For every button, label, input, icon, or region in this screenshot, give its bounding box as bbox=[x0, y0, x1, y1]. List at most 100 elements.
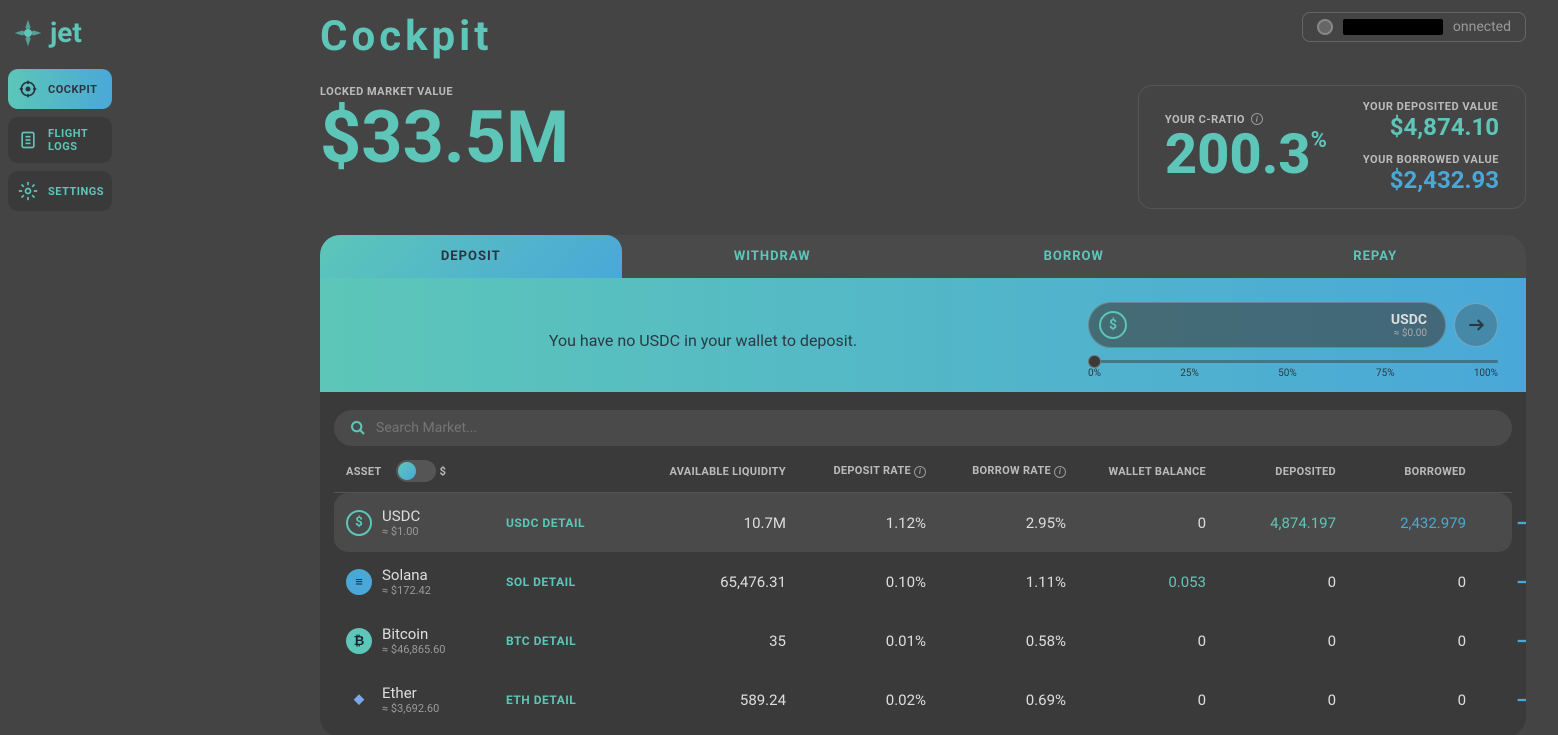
submit-button[interactable] bbox=[1454, 303, 1498, 347]
market-table: ASSET $ AVAILABLE LIQUIDITY DEPOSIT RATE… bbox=[320, 392, 1526, 735]
table-row[interactable]: ≡Solana≈ $172.42SOL DETAIL65,476.310.10%… bbox=[334, 552, 1512, 611]
wallet-status-text: onnected bbox=[1453, 19, 1511, 35]
liquidity-value: 10.7M bbox=[646, 514, 786, 532]
deposited-value: 4,874.197 bbox=[1206, 514, 1336, 532]
wallet-value: 0 bbox=[1066, 514, 1206, 532]
borrowed-value: 2,432.979 bbox=[1336, 514, 1466, 532]
arrow-right-icon bbox=[1514, 571, 1526, 593]
table-row[interactable]: $USDC≈ $1.00USDC DETAIL10.7M1.12%2.95%04… bbox=[334, 493, 1512, 552]
logo: jet bbox=[8, 10, 112, 55]
detail-link[interactable]: ETH DETAIL bbox=[506, 693, 646, 707]
action-card: DEPOSIT WITHDRAW BORROW REPAY You have n… bbox=[320, 235, 1526, 735]
asset-icon: ◆ bbox=[346, 687, 372, 713]
asset-cell: $ USDC≈ $1.00 bbox=[346, 507, 506, 538]
input-symbol: USDC bbox=[1391, 312, 1427, 328]
nav-flight-logs[interactable]: FLIGHT LOGS bbox=[8, 117, 112, 163]
row-action[interactable] bbox=[1466, 512, 1526, 534]
asset-name: Ether bbox=[382, 684, 439, 702]
tab-deposit[interactable]: DEPOSIT bbox=[320, 235, 622, 278]
deposit-controls: $ USDC ≈ $0.00 0% 25% bbox=[1088, 302, 1498, 378]
stat-value: 200.3% bbox=[1165, 126, 1327, 182]
asset-cell: ◆ Ether≈ $3,692.60 bbox=[346, 684, 506, 715]
asset-name: Solana bbox=[382, 566, 431, 584]
wallet-status-icon bbox=[1317, 19, 1333, 35]
row-action[interactable] bbox=[1466, 571, 1526, 593]
borrow-rate-value: 0.69% bbox=[926, 691, 1066, 709]
borrow-rate-value: 1.11% bbox=[926, 573, 1066, 591]
jet-logo-icon bbox=[12, 17, 44, 49]
asset-name: USDC bbox=[382, 507, 420, 525]
search-bar bbox=[334, 410, 1512, 446]
search-input[interactable] bbox=[376, 420, 1496, 436]
deposit-rate-value: 0.02% bbox=[786, 691, 926, 709]
search-icon bbox=[350, 420, 366, 436]
info-icon[interactable]: i bbox=[914, 466, 926, 478]
tab-withdraw[interactable]: WITHDRAW bbox=[622, 235, 924, 278]
col-deposit-rate: DEPOSIT RATE i bbox=[786, 464, 926, 478]
stat-label: YOUR DEPOSITED VALUE bbox=[1363, 100, 1499, 113]
table-row[interactable]: ₿Bitcoin≈ $46,865.60BTC DETAIL350.01%0.5… bbox=[334, 611, 1512, 670]
asset-icon: ≡ bbox=[346, 569, 372, 595]
deposit-rate-value: 0.10% bbox=[786, 573, 926, 591]
col-asset: ASSET $ bbox=[346, 460, 506, 482]
currency-toggle[interactable] bbox=[396, 460, 436, 482]
stat-value: $33.5M bbox=[320, 102, 569, 174]
col-deposited: DEPOSITED bbox=[1206, 465, 1336, 478]
nav-settings[interactable]: SETTINGS bbox=[8, 171, 112, 211]
borrowed-value: 0 bbox=[1336, 573, 1466, 591]
tab-borrow[interactable]: BORROW bbox=[923, 235, 1225, 278]
c-ratio: YOUR C-RATIOi 200.3% bbox=[1165, 113, 1327, 182]
deposit-message: You have no USDC in your wallet to depos… bbox=[348, 331, 1058, 350]
wallet-address-redacted bbox=[1343, 19, 1443, 35]
logo-text: jet bbox=[50, 16, 82, 49]
amount-input[interactable]: $ USDC ≈ $0.00 bbox=[1088, 302, 1446, 348]
borrowed-value: 0 bbox=[1336, 632, 1466, 650]
deposit-rate-value: 1.12% bbox=[786, 514, 926, 532]
tab-repay[interactable]: REPAY bbox=[1225, 235, 1527, 278]
usdc-icon: $ bbox=[1099, 311, 1127, 339]
action-tabs: DEPOSIT WITHDRAW BORROW REPAY bbox=[320, 235, 1526, 278]
wallet-value: 0 bbox=[1066, 632, 1206, 650]
deposited-value: 0 bbox=[1206, 691, 1336, 709]
arrow-right-icon bbox=[1514, 689, 1526, 711]
arrow-right-icon bbox=[1466, 315, 1486, 335]
detail-link[interactable]: BTC DETAIL bbox=[506, 634, 646, 648]
wallet-value: 0 bbox=[1066, 691, 1206, 709]
info-icon[interactable]: i bbox=[1054, 466, 1066, 478]
row-action[interactable] bbox=[1466, 630, 1526, 652]
deposit-rate-value: 0.01% bbox=[786, 632, 926, 650]
asset-icon: $ bbox=[346, 510, 372, 536]
sidebar: jet COCKPIT FLIGHT LOGS SETTINGS bbox=[0, 0, 120, 735]
asset-price: ≈ $46,865.60 bbox=[382, 643, 445, 656]
nav-label: COCKPIT bbox=[48, 83, 97, 96]
borrow-rate-value: 0.58% bbox=[926, 632, 1066, 650]
main-content: Cockpit onnected LOCKED MARKET VALUE $33… bbox=[120, 0, 1558, 735]
table-row[interactable]: ◆ Ether≈ $3,692.60 ETH DETAIL589.240.02%0.… bbox=[334, 670, 1512, 729]
nav-cockpit[interactable]: COCKPIT bbox=[8, 69, 112, 109]
detail-link[interactable]: SOL DETAIL bbox=[506, 575, 646, 589]
asset-cell: ₿Bitcoin≈ $46,865.60 bbox=[346, 625, 506, 656]
asset-price: ≈ $3,692.60 bbox=[382, 702, 439, 715]
wallet-status-chip[interactable]: onnected bbox=[1302, 12, 1526, 42]
clipboard-icon bbox=[18, 130, 38, 150]
deposit-panel: You have no USDC in your wallet to depos… bbox=[320, 278, 1526, 392]
liquidity-value: 35 bbox=[646, 632, 786, 650]
asset-price: ≈ $1.00 bbox=[382, 525, 420, 538]
detail-link[interactable]: USDC DETAIL bbox=[506, 516, 646, 530]
slider-thumb[interactable] bbox=[1088, 355, 1101, 368]
percent-slider[interactable]: 0% 25% 50% 75% 100% bbox=[1088, 354, 1498, 378]
row-action[interactable] bbox=[1466, 689, 1526, 711]
borrowed-value: YOUR BORROWED VALUE $2,432.93 bbox=[1363, 153, 1499, 194]
arrow-right-icon bbox=[1514, 512, 1526, 534]
page-title: Cockpit bbox=[320, 12, 492, 61]
deposited-value: YOUR DEPOSITED VALUE $4,874.10 bbox=[1363, 100, 1499, 141]
input-approx: ≈ $0.00 bbox=[1391, 328, 1427, 339]
asset-icon: ₿ bbox=[346, 628, 372, 654]
wallet-value: 0.053 bbox=[1066, 573, 1206, 591]
col-borrow-rate: BORROW RATE i bbox=[926, 464, 1066, 478]
stat-value: $2,432.93 bbox=[1363, 166, 1499, 194]
arrow-right-icon bbox=[1514, 630, 1526, 652]
col-liquidity: AVAILABLE LIQUIDITY bbox=[646, 465, 786, 478]
nav-label: SETTINGS bbox=[48, 185, 104, 198]
liquidity-value: 589.24 bbox=[646, 691, 786, 709]
